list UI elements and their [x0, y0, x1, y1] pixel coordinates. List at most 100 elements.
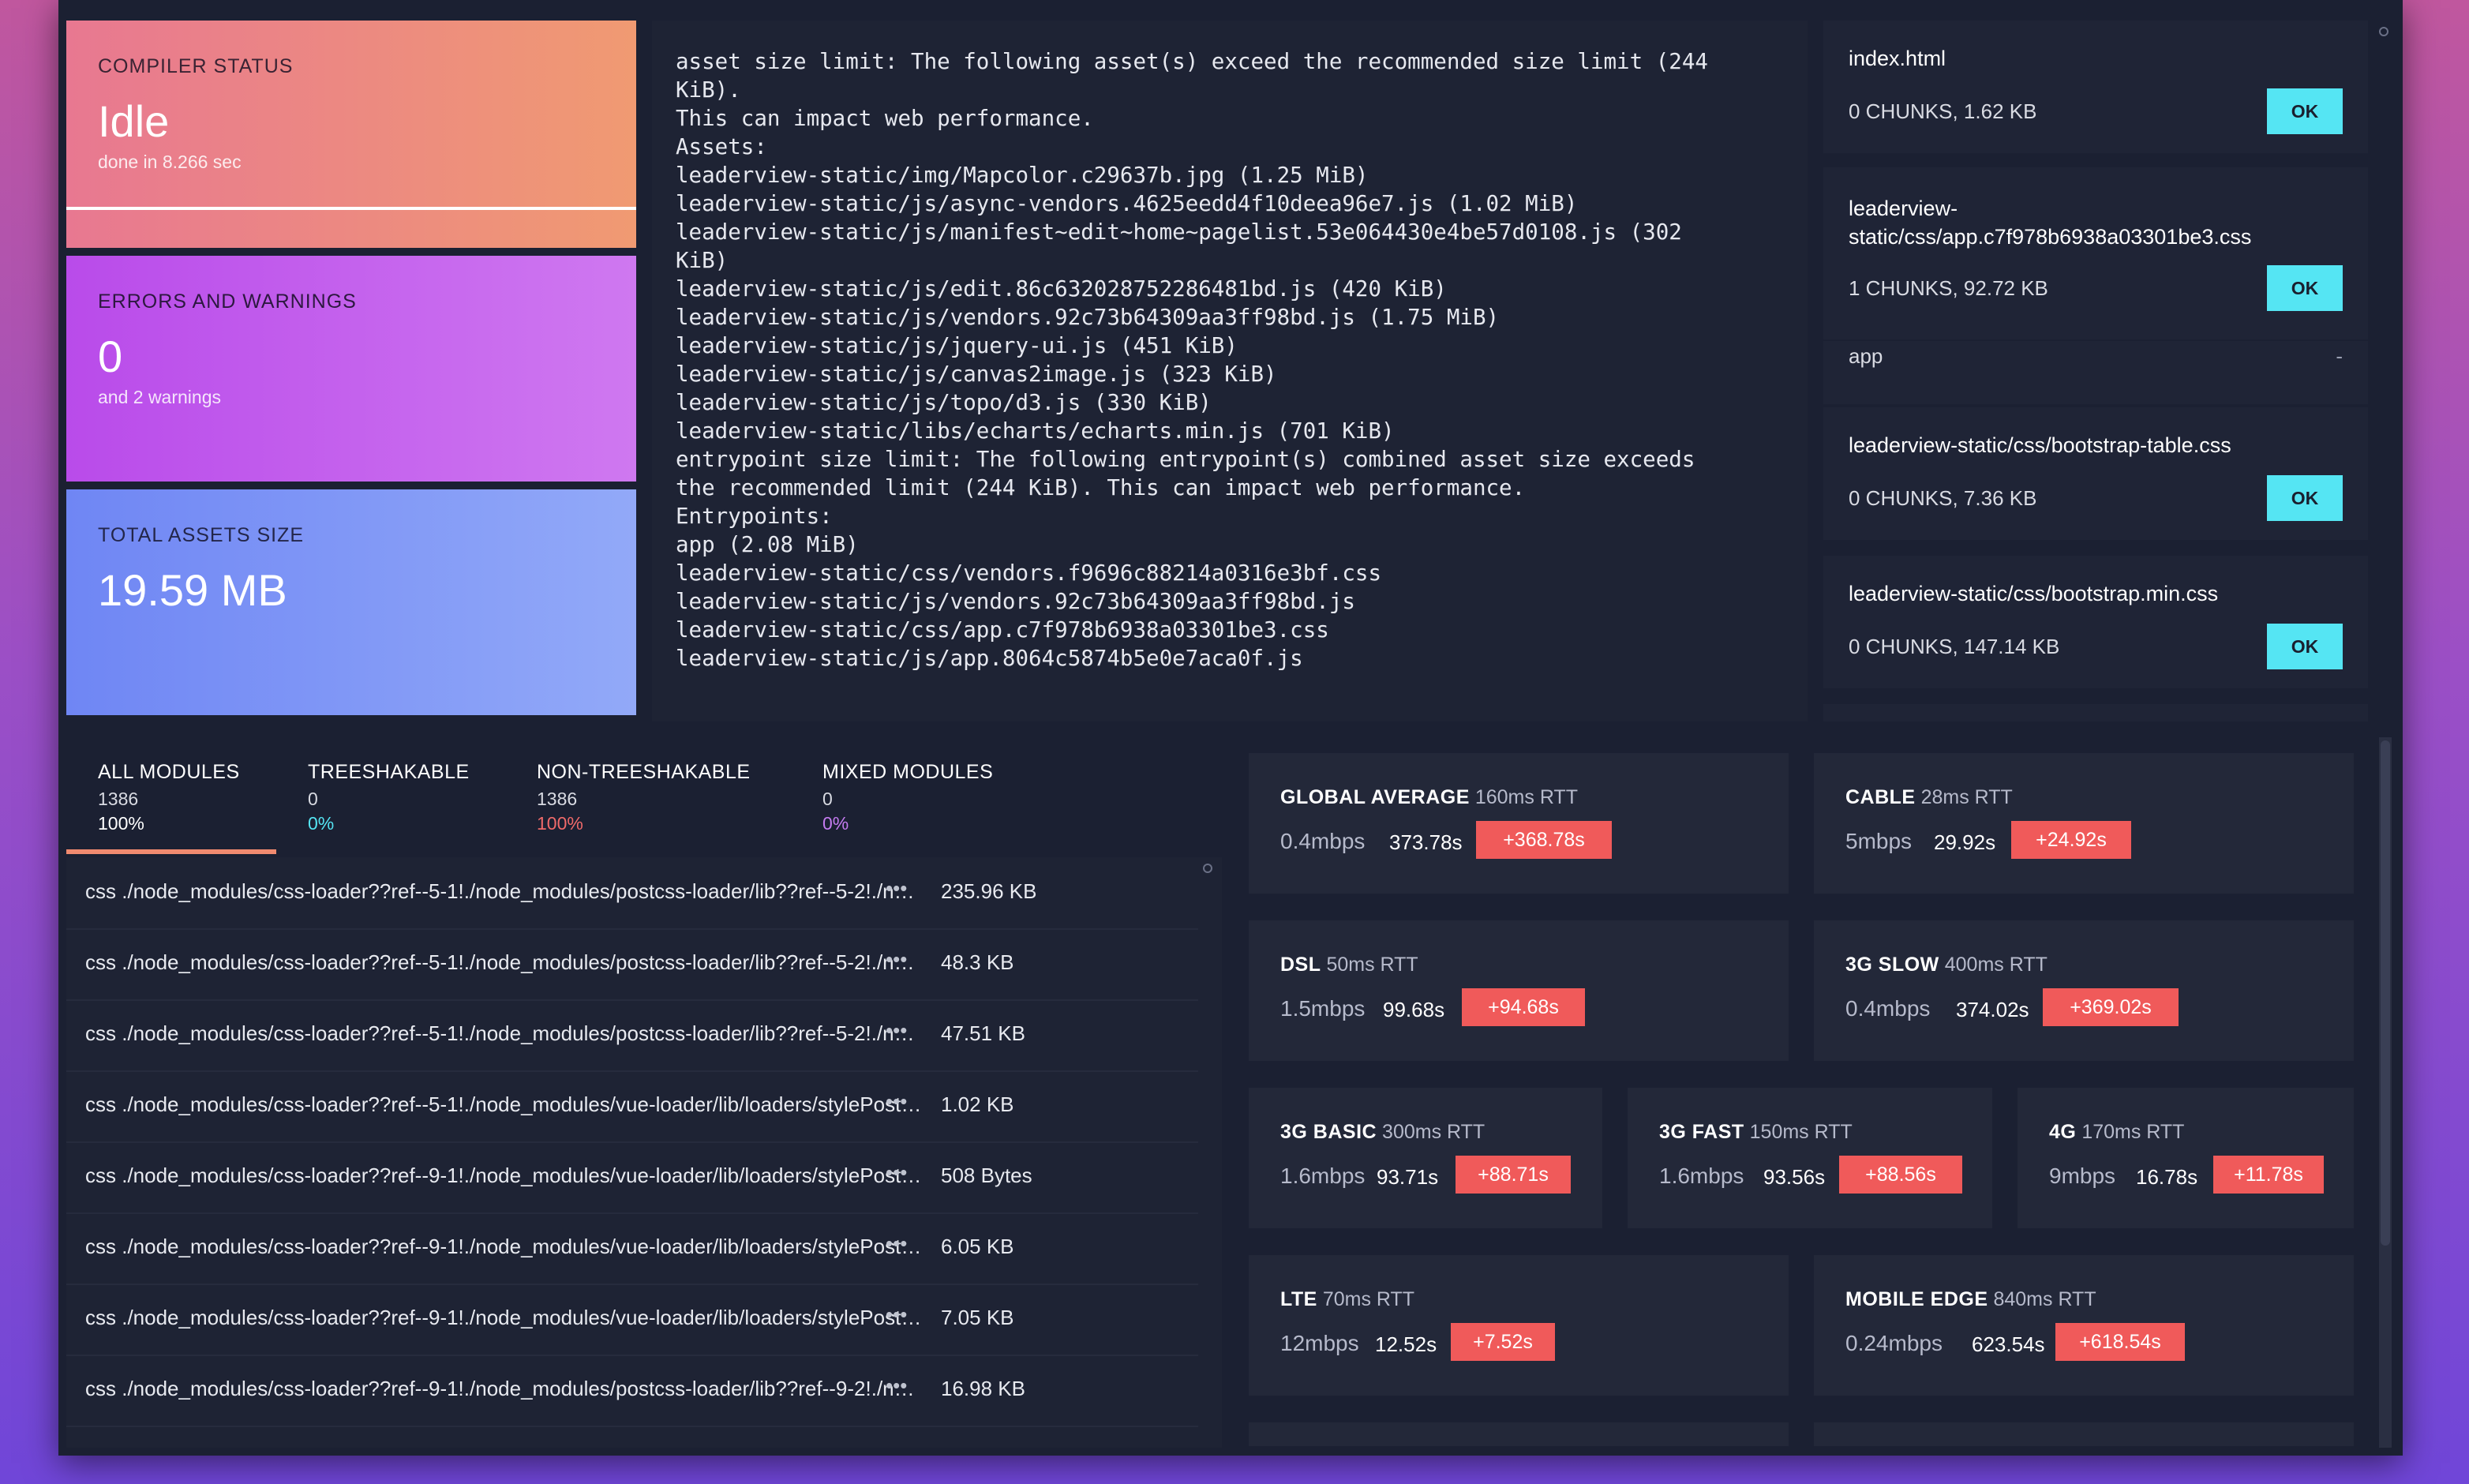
module-size: 1.02 KB: [941, 1092, 1014, 1116]
speed-bandwidth: 0.4mbps: [1280, 829, 1366, 853]
asset-item[interactable]: leaderview-static/css/bootstrap-table.cs…: [1823, 407, 2368, 540]
speed-delta: +94.68s: [1462, 988, 1585, 1026]
asset-meta: 0 CHUNKS, 7.36 KB: [1849, 486, 2037, 510]
tab-non-treeshakable[interactable]: NON-TREESHAKABLE 1386 100%: [537, 761, 751, 834]
asset-list[interactable]: index.html 0 CHUNKS, 1.62 KB OK leadervi…: [1823, 21, 2395, 721]
tab-all-modules[interactable]: ALL MODULES 1386 100%: [98, 761, 240, 834]
speed-time: 29.92s: [1934, 830, 1996, 854]
speed-delta: +88.71s: [1456, 1156, 1571, 1194]
tab-count: 0: [308, 789, 318, 809]
assets-size-label: TOTAL ASSETS SIZE: [98, 524, 305, 546]
module-list[interactable]: css ./node_modules/css-loader??ref--5-1!…: [66, 857, 1222, 1448]
modules-panel: ALL MODULES 1386 100% TREESHAKABLE 0 0% …: [66, 737, 1222, 1448]
scrollbar-thumb[interactable]: [2381, 740, 2390, 1246]
errors-detail: and 2 warnings: [98, 387, 221, 407]
asset-item[interactable]: index.html 0 CHUNKS, 1.62 KB OK: [1823, 21, 2368, 153]
tab-mixed-modules[interactable]: MIXED MODULES 0 0%: [822, 761, 993, 834]
module-row[interactable]: css ./node_modules/css-loader??ref--5-1!…: [66, 930, 1198, 1001]
speed-name: LTE 70ms RTT: [1280, 1288, 1415, 1310]
assets-size-value: 19.59 MB: [98, 565, 287, 615]
asset-chunk-name: app: [1849, 344, 1883, 368]
speed-time: 99.68s: [1383, 998, 1445, 1021]
speed-delta: +88.56s: [1839, 1156, 1962, 1194]
build-log[interactable]: asset size limit: The following asset(s)…: [652, 21, 1808, 721]
errors-count: 0: [98, 332, 123, 381]
speed-delta: +24.92s: [2011, 821, 2131, 859]
speed-tile-cable: CABLE 28ms RTT 5mbps 29.92s +24.92s: [1814, 753, 2354, 894]
more-icon[interactable]: •••: [886, 1231, 907, 1256]
more-icon[interactable]: •••: [886, 947, 907, 972]
asset-name: index.html: [1849, 47, 1946, 70]
module-row[interactable]: css ./node_modules/css-loader??ref--5-1!…: [66, 859, 1198, 930]
total-assets-card: TOTAL ASSETS SIZE 19.59 MB: [66, 489, 636, 715]
asset-ok-button[interactable]: OK: [2267, 624, 2343, 669]
asset-item-partial: [1823, 704, 2368, 721]
more-icon[interactable]: •••: [886, 1089, 907, 1114]
errors-label: ERRORS AND WARNINGS: [98, 290, 357, 313]
module-size: 7.05 KB: [941, 1306, 1014, 1329]
tab-label: TREESHAKABLE: [308, 761, 470, 783]
more-icon[interactable]: •••: [886, 1373, 907, 1398]
tab-percent: 100%: [98, 813, 144, 834]
tab-percent: 100%: [537, 813, 583, 834]
speed-tile-3g-slow: 3G SLOW 400ms RTT 0.4mbps 374.02s +369.0…: [1814, 920, 2354, 1061]
speed-bandwidth: 12mbps: [1280, 1331, 1359, 1355]
tab-treeshakable[interactable]: TREESHAKABLE 0 0%: [308, 761, 470, 834]
module-size: 48.3 KB: [941, 950, 1014, 974]
module-row[interactable]: css ./node_modules/css-loader??ref--9-1!…: [66, 1356, 1198, 1427]
speed-delta: +369.02s: [2043, 988, 2179, 1026]
module-path: css ./node_modules/css-loader??ref--5-1!…: [85, 1021, 922, 1045]
more-icon[interactable]: •••: [886, 1160, 907, 1185]
module-size: 47.51 KB: [941, 1021, 1025, 1045]
tab-percent: 0%: [308, 813, 335, 834]
speed-time: 16.78s: [2136, 1165, 2198, 1189]
compiler-progress-fill: [66, 207, 636, 210]
more-icon[interactable]: •••: [886, 1018, 907, 1043]
speed-name: 3G BASIC 300ms RTT: [1280, 1121, 1486, 1143]
speed-panel: GLOBAL AVERAGE 160ms RTT 0.4mbps 373.78s…: [1249, 737, 2403, 1456]
asset-meta: 1 CHUNKS, 92.72 KB: [1849, 276, 2048, 300]
speed-tile-4g: 4G 170ms RTT 9mbps 16.78s +11.78s: [2018, 1088, 2354, 1228]
asset-meta: 0 CHUNKS, 1.62 KB: [1849, 99, 2037, 123]
asset-ok-button[interactable]: OK: [2267, 475, 2343, 521]
asset-item[interactable]: leaderview-static/css/app.c7f978b6938a03…: [1823, 167, 2368, 404]
compiler-status-detail: done in 8.266 sec: [98, 152, 242, 172]
speed-tile-mobile-edge: MOBILE EDGE 840ms RTT 0.24mbps 623.54s +…: [1814, 1255, 2354, 1396]
module-size: 235.96 KB: [941, 879, 1037, 903]
speed-name: DSL 50ms RTT: [1280, 954, 1418, 976]
module-row[interactable]: css ./node_modules/css-loader??ref--9-1!…: [66, 1214, 1198, 1285]
module-row[interactable]: css ./node_modules/css-loader??ref--5-1!…: [66, 1001, 1198, 1072]
speed-tile-global-average: GLOBAL AVERAGE 160ms RTT 0.4mbps 373.78s…: [1249, 753, 1789, 894]
tab-percent: 0%: [822, 813, 849, 834]
module-row[interactable]: css ./node_modules/css-loader??ref--9-1!…: [66, 1285, 1198, 1356]
active-tab-underline: [66, 849, 276, 854]
scroll-indicator-icon: [2379, 27, 2388, 36]
speed-tile-partial: [1814, 1422, 2354, 1446]
speed-bandwidth: 9mbps: [2049, 1164, 2116, 1188]
asset-name: leaderview-static/css/app.c7f978b6938a03…: [1849, 197, 2252, 249]
module-row[interactable]: css ./node_modules/css-loader??ref--5-1!…: [66, 1072, 1198, 1143]
asset-divider: [1823, 339, 2368, 341]
module-path: css ./node_modules/css-loader??ref--5-1!…: [85, 879, 922, 903]
compiler-progress-bar: [66, 207, 636, 210]
speed-name: MOBILE EDGE 840ms RTT: [1845, 1288, 2096, 1310]
asset-item[interactable]: leaderview-static/css/bootstrap.min.css …: [1823, 556, 2368, 688]
more-icon[interactable]: •••: [886, 876, 907, 901]
speed-panel-scrollbar[interactable]: [2379, 737, 2392, 1448]
speed-tile-3g-fast: 3G FAST 150ms RTT 1.6mbps 93.56s +88.56s: [1628, 1088, 1992, 1228]
module-row[interactable]: css ./node_modules/css-loader??ref--9-1!…: [66, 1143, 1198, 1214]
asset-meta: 0 CHUNKS, 147.14 KB: [1849, 635, 2060, 658]
speed-name: 4G 170ms RTT: [2049, 1121, 2185, 1143]
more-icon[interactable]: •••: [886, 1302, 907, 1327]
asset-ok-button[interactable]: OK: [2267, 265, 2343, 311]
dashboard-window: COMPILER STATUS Idle done in 8.266 sec E…: [58, 0, 2403, 1456]
speed-time: 93.56s: [1763, 1165, 1826, 1189]
module-path: css ./node_modules/css-loader??ref--9-1!…: [85, 1377, 922, 1400]
speed-tile-partial: [1249, 1422, 1789, 1446]
module-path: css ./node_modules/css-loader??ref--9-1!…: [85, 1235, 922, 1258]
speed-time: 93.71s: [1377, 1165, 1439, 1189]
asset-ok-button[interactable]: OK: [2267, 88, 2343, 134]
module-path: css ./node_modules/css-loader??ref--9-1!…: [85, 1306, 922, 1329]
speed-name: GLOBAL AVERAGE 160ms RTT: [1280, 786, 1578, 808]
speed-bandwidth: 5mbps: [1845, 829, 1913, 853]
